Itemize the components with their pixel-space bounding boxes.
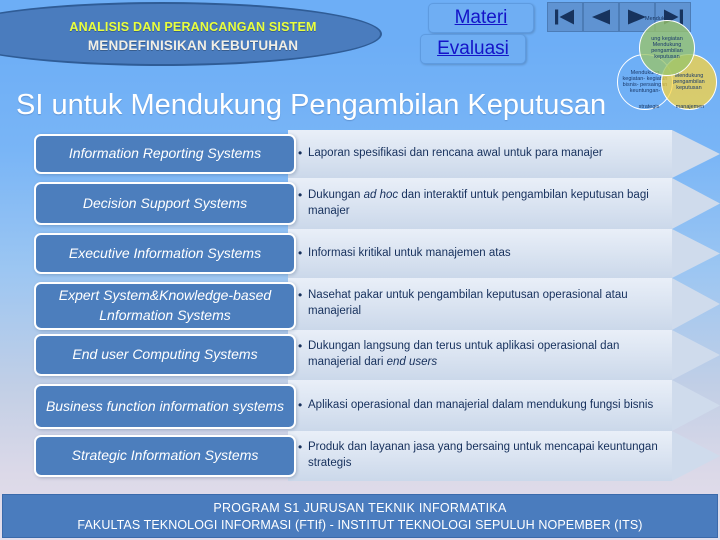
arrow-head-icon xyxy=(672,278,720,330)
system-type-label[interactable]: Expert System&Knowledge-based Lnformatio… xyxy=(34,282,296,330)
description-bullet: Nasehat pakar untuk pengambilan keputusa… xyxy=(298,287,665,320)
system-type-label[interactable]: Executive Information Systems xyxy=(34,233,296,274)
description-bullet: Dukungan ad hoc dan interaktif untuk pen… xyxy=(298,187,665,220)
description-arrow-panel: Produk dan layanan jasa yang bersaing un… xyxy=(288,431,720,481)
footer-program-line: PROGRAM S1 JURUSAN TEKNIK INFORMATIKA xyxy=(213,500,507,515)
system-type-label[interactable]: Business function information systems xyxy=(34,384,296,429)
systems-list: Laporan spesifikasi dan rencana awal unt… xyxy=(0,130,720,481)
description-text: Dukungan langsung dan terus untuk aplika… xyxy=(298,330,665,380)
description-text: Dukungan ad hoc dan interaktif untuk pen… xyxy=(298,178,665,229)
description-arrow-panel: Laporan spesifikasi dan rencana awal unt… xyxy=(288,130,720,178)
description-arrow-panel: Dukungan ad hoc dan interaktif untuk pen… xyxy=(288,178,720,229)
description-text: Laporan spesifikasi dan rencana awal unt… xyxy=(298,130,665,178)
description-arrow-panel: Dukungan langsung dan terus untuk aplika… xyxy=(288,330,720,380)
materi-link-button[interactable]: Materi xyxy=(428,3,534,33)
table-row: Produk dan layanan jasa yang bersaing un… xyxy=(0,431,720,481)
previous-slide-button[interactable] xyxy=(583,2,619,32)
table-row: Aplikasi operasional dan manajerial dala… xyxy=(0,380,720,431)
slide-topic-label: MENDEFINISIKAN KEBUTUHAN xyxy=(87,37,299,53)
evaluasi-link-button[interactable]: Evaluasi xyxy=(420,34,526,64)
description-arrow-panel: Nasehat pakar untuk pengambilan keputusa… xyxy=(288,278,720,330)
first-slide-button[interactable] xyxy=(547,2,583,32)
table-row: Dukungan langsung dan terus untuk aplika… xyxy=(0,330,720,380)
system-type-label[interactable]: Decision Support Systems xyxy=(34,182,296,225)
table-row: Laporan spesifikasi dan rencana awal unt… xyxy=(0,130,720,178)
table-row: Informasi kritikal untuk manajemen atasE… xyxy=(0,229,720,278)
system-type-label[interactable]: End user Computing Systems xyxy=(34,334,296,376)
venn-circle-top: ung kegiatan Mendukung pengambilan keput… xyxy=(639,20,695,76)
page-title: SI untuk Mendukung Pengambilan Keputusan xyxy=(16,89,607,121)
description-text: Produk dan layanan jasa yang bersaing un… xyxy=(298,431,665,481)
description-text: Nasehat pakar untuk pengambilan keputusa… xyxy=(298,278,665,330)
header-banner: ANALISIS DAN PERANCANGAN SISTEM MENDEFIN… xyxy=(0,2,382,66)
description-bullet: Informasi kritikal untuk manajemen atas xyxy=(298,245,511,262)
description-bullet: Dukungan langsung dan terus untuk aplika… xyxy=(298,338,665,371)
description-arrow-panel: Informasi kritikal untuk manajemen atas xyxy=(288,229,720,278)
system-type-label[interactable]: Strategic Information Systems xyxy=(34,435,296,477)
slide-canvas: ANALISIS DAN PERANCANGAN SISTEM MENDEFIN… xyxy=(0,0,720,540)
previous-slide-icon xyxy=(590,8,612,26)
arrow-head-icon xyxy=(672,178,720,229)
evaluasi-link-label: Evaluasi xyxy=(437,38,509,59)
arrow-head-icon xyxy=(672,130,720,178)
table-row: Nasehat pakar untuk pengambilan keputusa… xyxy=(0,278,720,330)
description-bullet: Aplikasi operasional dan manajerial dala… xyxy=(298,397,653,414)
table-row: Dukungan ad hoc dan interaktif untuk pen… xyxy=(0,178,720,229)
description-text: Aplikasi operasional dan manajerial dala… xyxy=(298,380,665,431)
description-bullet: Laporan spesifikasi dan rencana awal unt… xyxy=(298,145,603,162)
arrow-head-icon xyxy=(672,229,720,278)
description-arrow-panel: Aplikasi operasional dan manajerial dala… xyxy=(288,380,720,431)
footer-institution-line: FAKULTAS TEKNOLOGI INFORMASI (FTIf) - IN… xyxy=(77,517,643,532)
arrow-head-icon xyxy=(672,431,720,481)
materi-link-label: Materi xyxy=(454,7,508,28)
arrow-head-icon xyxy=(672,380,720,431)
footer-bar: PROGRAM S1 JURUSAN TEKNIK INFORMATIKA FA… xyxy=(2,494,718,538)
description-bullet: Produk dan layanan jasa yang bersaing un… xyxy=(298,439,665,472)
course-subject-label: ANALISIS DAN PERANCANGAN SISTEM xyxy=(69,19,317,34)
header-banner-text: ANALISIS DAN PERANCANGAN SISTEM MENDEFIN… xyxy=(2,4,384,68)
system-type-label[interactable]: Information Reporting Systems xyxy=(34,134,296,174)
description-text: Informasi kritikal untuk manajemen atas xyxy=(298,229,665,278)
first-slide-icon xyxy=(554,8,576,26)
arrow-head-icon xyxy=(672,330,720,380)
